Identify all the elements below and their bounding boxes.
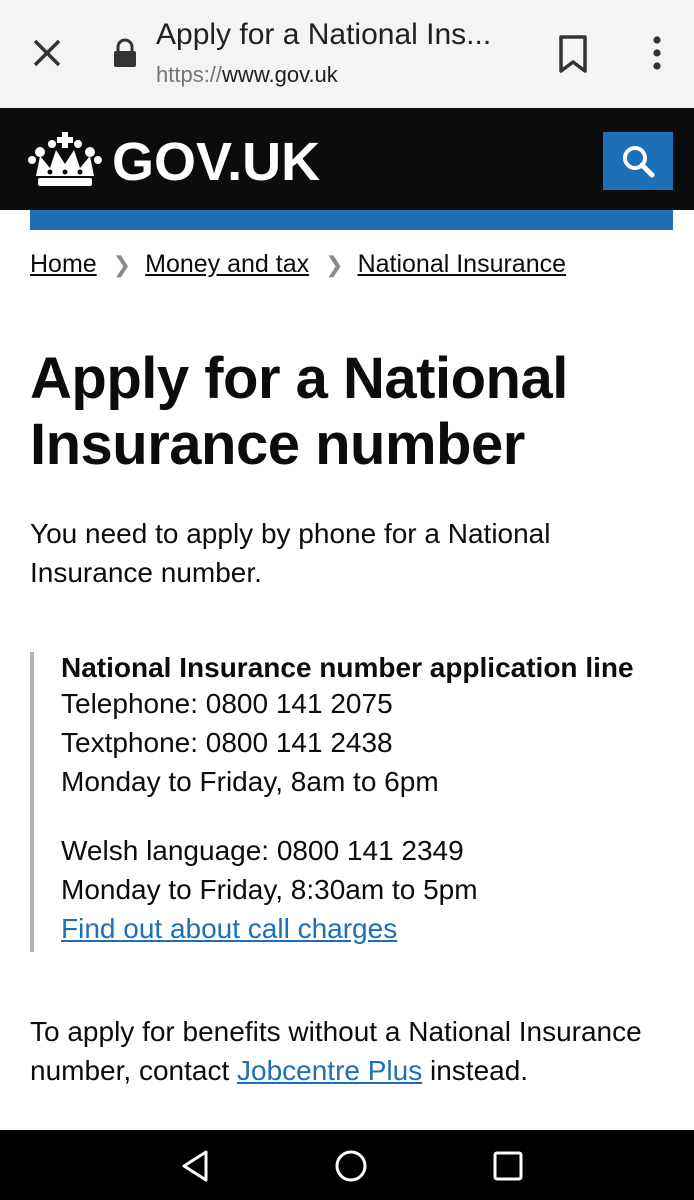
- govuk-logo-text[interactable]: GOV.UK: [112, 132, 320, 192]
- page-title: Apply for a National Insurance number: [30, 346, 568, 477]
- more-vert-icon[interactable]: [644, 34, 670, 74]
- url-host: www.gov.uk: [222, 62, 338, 87]
- chevron-right-icon: ❯: [325, 252, 344, 277]
- jobcentre-plus-link[interactable]: Jobcentre Plus: [237, 1055, 422, 1086]
- contact-textphone: Textphone: 0800 141 2438: [61, 727, 393, 758]
- contact-welsh-hours: Monday to Friday, 8:30am to 5pm: [61, 874, 478, 905]
- call-charges-link[interactable]: Find out about call charges: [61, 913, 397, 944]
- breadcrumb-national-insurance[interactable]: National Insurance: [358, 250, 566, 278]
- contact-inset: National Insurance number application li…: [30, 652, 670, 952]
- contact-heading: National Insurance number application li…: [61, 652, 634, 683]
- close-icon[interactable]: [30, 36, 64, 70]
- bookmark-icon[interactable]: [556, 34, 590, 74]
- recents-icon[interactable]: [490, 1148, 526, 1184]
- url-bar[interactable]: https://www.gov.uk: [156, 62, 338, 88]
- breadcrumb-money-and-tax[interactable]: Money and tax: [145, 250, 309, 278]
- benefits-paragraph: To apply for benefits without a National…: [30, 1012, 670, 1090]
- tab-title[interactable]: Apply for a National Ins...: [156, 18, 536, 52]
- page-lede: You need to apply by phone for a Nationa…: [30, 518, 551, 588]
- govuk-header: GOV.UK: [0, 108, 694, 210]
- contact-hours: Monday to Friday, 8am to 6pm: [61, 766, 439, 797]
- search-icon: [623, 146, 655, 178]
- search-button[interactable]: [603, 132, 673, 190]
- benefits-text-after: instead.: [422, 1055, 529, 1086]
- contact-telephone: Telephone: 0800 141 2075: [61, 688, 393, 719]
- crown-logo-icon[interactable]: [28, 128, 102, 192]
- back-icon[interactable]: [178, 1148, 214, 1184]
- chevron-right-icon: ❯: [112, 252, 132, 277]
- contact-welsh-line: Welsh language: 0800 141 2349: [61, 835, 464, 866]
- call-charges-paragraph: Find out about call charges: [61, 909, 670, 948]
- header-underline: [30, 210, 673, 230]
- url-scheme: https://: [156, 62, 223, 87]
- breadcrumb: Home ❯ Money and tax ❯ National Insurance: [30, 250, 566, 279]
- breadcrumb-home[interactable]: Home: [30, 250, 97, 278]
- lock-icon: [114, 38, 136, 67]
- browser-toolbar: Apply for a National Ins... https://www.…: [0, 0, 694, 109]
- home-icon[interactable]: [333, 1148, 369, 1184]
- android-nav-bar: [0, 1130, 694, 1200]
